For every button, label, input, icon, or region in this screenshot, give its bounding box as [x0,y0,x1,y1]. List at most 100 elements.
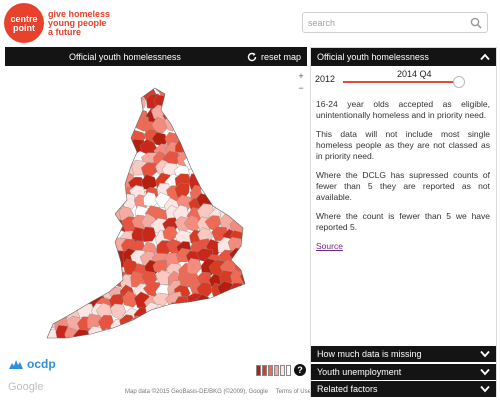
map-region[interactable] [205,130,222,146]
map-region[interactable] [185,75,203,92]
map-region[interactable] [195,163,212,182]
map-region[interactable] [210,327,229,342]
map-region[interactable] [184,128,201,145]
map-region[interactable] [75,127,92,144]
map-region[interactable] [63,247,82,263]
map-region[interactable] [52,163,69,181]
map-region[interactable] [75,203,92,220]
map-region[interactable] [97,97,113,114]
map-region[interactable] [46,159,61,177]
map-region[interactable] [119,103,136,120]
map-region[interactable] [228,306,246,325]
map-region[interactable] [227,127,245,143]
map-regions[interactable] [30,71,262,346]
map-region[interactable] [97,194,115,211]
map-region[interactable] [77,219,92,236]
map-region[interactable] [112,327,130,343]
map-region[interactable] [231,176,248,192]
map-region[interactable] [112,92,130,110]
map-region[interactable] [99,108,117,125]
map-region[interactable] [229,87,247,103]
map-region[interactable] [243,194,261,212]
map-region[interactable] [243,108,259,124]
map-region[interactable] [240,161,258,178]
map-region[interactable] [119,116,135,133]
map-region[interactable] [33,280,52,297]
map-region[interactable] [232,75,249,92]
map-region[interactable] [161,317,179,334]
map-region[interactable] [155,312,174,331]
map-region[interactable] [43,115,59,131]
map-region[interactable] [228,140,246,158]
map-region[interactable] [242,74,260,89]
map-region[interactable] [229,92,245,110]
map-region[interactable] [196,151,213,168]
map-region[interactable] [230,282,245,299]
map-region[interactable] [35,126,53,143]
map-region[interactable] [65,227,81,243]
map-region[interactable] [165,71,181,87]
map-region[interactable] [197,119,213,138]
map-region[interactable] [243,85,262,100]
map-region[interactable] [132,326,149,340]
map-region[interactable] [177,76,196,90]
search-icon[interactable] [470,17,482,29]
map-region[interactable] [97,207,116,224]
map-region[interactable] [241,175,259,192]
map-region[interactable] [65,173,82,189]
map-region[interactable] [210,109,229,124]
map-region[interactable] [122,73,137,86]
terms-of-use-link[interactable]: Terms of Use [276,389,311,395]
map-region[interactable] [240,239,255,256]
map-region[interactable] [198,126,214,144]
slider-handle[interactable] [453,76,465,88]
map-region[interactable] [52,118,69,134]
map-region[interactable] [212,194,229,212]
map-region[interactable] [66,270,85,288]
map-region[interactable] [42,217,60,233]
map-region[interactable] [243,151,258,168]
map-region[interactable] [44,74,60,92]
map-region[interactable] [142,324,161,341]
map-region[interactable] [42,261,59,278]
map-region[interactable] [101,142,119,158]
map-region[interactable] [241,139,258,155]
map-region[interactable] [53,185,69,204]
map-region[interactable] [175,119,194,137]
map-region[interactable] [210,175,226,191]
map-region[interactable] [75,238,93,256]
map-region[interactable] [120,327,138,342]
map-region[interactable] [52,214,69,230]
map-region[interactable] [53,194,68,214]
map-region[interactable] [89,170,107,186]
map-region[interactable] [45,196,62,214]
map-region[interactable] [86,128,103,143]
map-region[interactable] [222,183,239,201]
map-region[interactable] [34,96,48,113]
map-region[interactable] [220,317,238,335]
map-region[interactable] [222,293,238,310]
map-region[interactable] [98,151,114,168]
map-region[interactable] [129,75,145,90]
map-region[interactable] [209,151,227,164]
map-region[interactable] [69,94,85,111]
map-region[interactable] [208,139,225,155]
map-region[interactable] [223,190,240,207]
map-region[interactable] [178,107,194,124]
accordion-youth-unemployment[interactable]: Youth unemployment [311,364,496,380]
map-region[interactable] [223,76,238,91]
map-region[interactable] [35,216,51,231]
map-region[interactable] [187,307,205,323]
map-region[interactable] [68,75,85,91]
map-region[interactable] [43,228,58,246]
map-region[interactable] [36,109,52,125]
map-region[interactable] [31,163,47,179]
map-region[interactable] [101,251,118,268]
map-region[interactable] [97,159,113,175]
map-region[interactable] [44,172,61,190]
map-region[interactable] [35,142,52,157]
map-region[interactable] [37,120,51,136]
map-region[interactable] [52,170,70,188]
map-region[interactable] [63,150,79,165]
map-region[interactable] [94,217,112,234]
